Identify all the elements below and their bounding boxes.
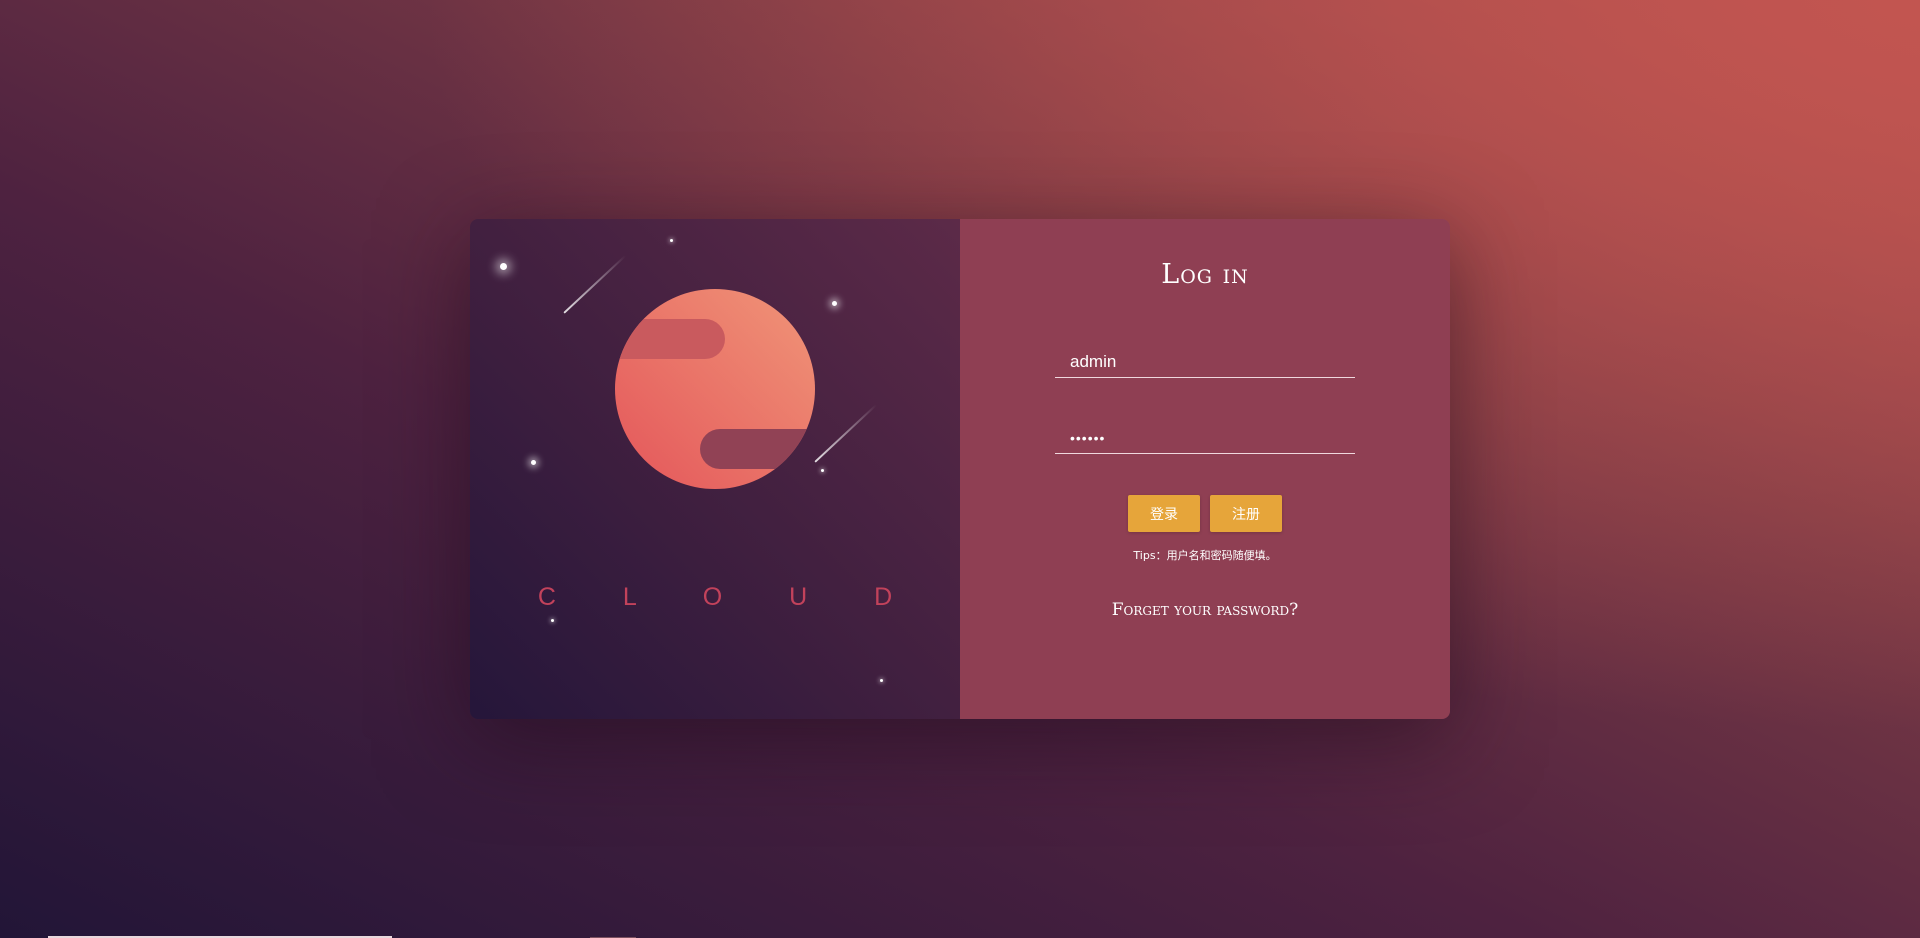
forgot-password-link[interactable]: Forget your password? bbox=[960, 600, 1450, 620]
illustration-panel: C L O U D bbox=[470, 219, 960, 719]
planet-icon bbox=[615, 289, 815, 489]
star-icon bbox=[821, 469, 824, 472]
tips-text: Tips：用户名和密码随便填。 bbox=[1133, 549, 1277, 562]
star-icon bbox=[531, 460, 536, 465]
login-button[interactable]: 登录 bbox=[1128, 495, 1200, 532]
password-input[interactable] bbox=[1055, 426, 1355, 454]
register-button[interactable]: 注册 bbox=[1210, 495, 1282, 532]
page-title: Log in bbox=[1161, 259, 1249, 290]
login-card: C L O U D Log in 登录 注册 Tips：用户名和密码随便填。 F… bbox=[470, 219, 1450, 719]
login-form-panel: Log in 登录 注册 Tips：用户名和密码随便填。 Forget your… bbox=[960, 219, 1450, 719]
meteor-icon bbox=[814, 403, 878, 463]
star-icon bbox=[670, 239, 673, 242]
star-icon bbox=[832, 301, 837, 306]
star-icon bbox=[880, 679, 883, 682]
brand-wordmark: C L O U D bbox=[537, 583, 923, 611]
star-icon bbox=[500, 263, 507, 270]
username-input[interactable] bbox=[1055, 350, 1355, 378]
star-icon bbox=[551, 619, 554, 622]
